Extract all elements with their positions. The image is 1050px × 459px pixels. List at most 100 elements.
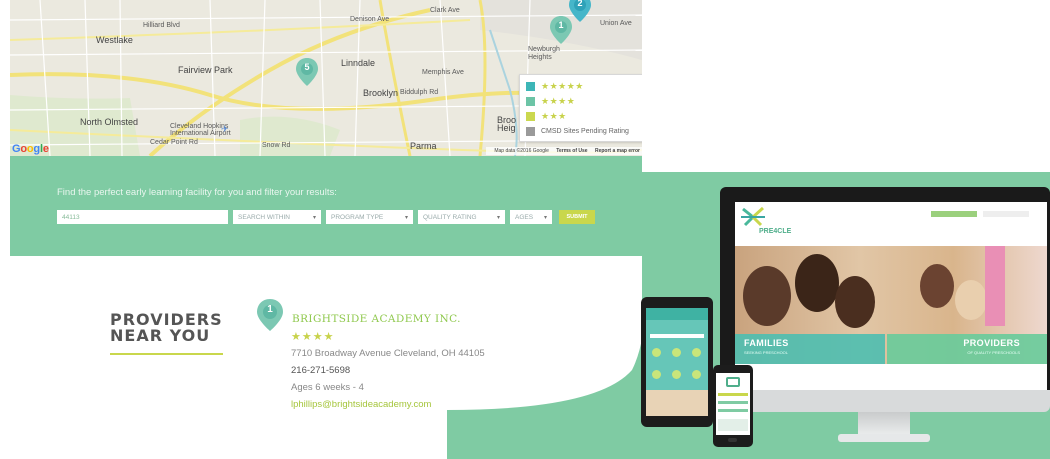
- search-within-select[interactable]: SEARCH WITHIN ▾: [233, 210, 321, 224]
- legend-pending-label: CMSD Sites Pending Rating: [541, 128, 629, 135]
- tablet-dot: [652, 348, 661, 357]
- phone-bar: [718, 409, 748, 412]
- heading-underline: [110, 353, 223, 355]
- pre4cle-logo: PRE4CLE: [759, 228, 792, 235]
- families-sub-label: SEEKING PRESCHOOL: [744, 350, 789, 355]
- tablet-screen: [646, 308, 708, 416]
- pre4cle-logo-icon: [741, 206, 765, 227]
- map-pin-5[interactable]: 5: [296, 58, 318, 86]
- map-label-snow-rd: Snow Rd: [262, 142, 291, 149]
- chevron-down-icon: ▾: [496, 214, 500, 221]
- map-label-linndale: Linndale: [341, 58, 376, 68]
- submit-button[interactable]: SUBMIT: [559, 210, 595, 224]
- map-pin-2[interactable]: 2: [569, 0, 591, 22]
- search-title: Find the perfect early learning facility…: [57, 187, 337, 198]
- monitor-stand: [858, 412, 910, 436]
- legend-row-pending: CMSD Sites Pending Rating: [526, 124, 641, 139]
- phone-home-button: [728, 438, 737, 442]
- airport-icon: ✈: [221, 124, 229, 134]
- terms-of-use-link[interactable]: Terms of Use: [556, 148, 587, 154]
- chevron-down-icon: ▾: [404, 214, 408, 221]
- map-label-biddulph-rd: Biddulph Rd: [400, 89, 439, 96]
- promo-background-curve: [447, 250, 647, 415]
- map-label-cedar-point-rd: Cedar Point Rd: [150, 139, 198, 146]
- provider-phone[interactable]: 216-271-5698: [291, 365, 350, 376]
- monitor-base: [838, 434, 930, 442]
- hero-toy: [985, 246, 1005, 326]
- tablet-photo: [646, 390, 708, 416]
- legend-row-five-stars: ★★★★★: [526, 79, 641, 94]
- legend-stars: ★★★★★: [541, 81, 584, 91]
- map-pin-number: 2: [577, 0, 583, 8]
- legend-swatch: [526, 112, 535, 121]
- provider-email-link[interactable]: lphillips@brightsideacademy.com: [291, 399, 431, 410]
- legend-stars: ★★★: [541, 111, 567, 121]
- tablet-dot: [692, 370, 701, 379]
- monitor-chin: [720, 390, 1050, 412]
- report-map-error-link[interactable]: Report a map error: [595, 148, 640, 154]
- program-type-select[interactable]: PROGRAM TYPE ▾: [326, 210, 413, 224]
- site-nav-button: [931, 211, 977, 217]
- legend-swatch: [526, 82, 535, 91]
- zip-code-value: 44113: [62, 213, 80, 221]
- providers-heading: PROVIDERS NEAR YOU: [110, 312, 223, 344]
- quality-rating-label: QUALITY RATING: [423, 213, 477, 221]
- tablet-bar: [650, 334, 704, 338]
- map-label-union-ave: Union Ave: [600, 20, 632, 27]
- providers-label: PROVIDERS: [963, 338, 1020, 348]
- phone-screen: [716, 373, 750, 435]
- phone-bar: [718, 393, 748, 396]
- hero-person: [955, 280, 987, 320]
- provider-pin[interactable]: 1: [257, 299, 283, 331]
- chevron-down-icon: ▾: [543, 214, 547, 221]
- tablet-dot: [672, 348, 681, 357]
- provider-rating-stars: ★★★★: [291, 331, 335, 343]
- chevron-down-icon: ▾: [312, 214, 316, 221]
- provider-pin-number: 1: [267, 304, 273, 315]
- phone-logo-icon: [726, 377, 740, 387]
- map-label-newburgh-heights: Newburgh Heights: [528, 46, 560, 61]
- search-panel: Find the perfect early learning facility…: [10, 156, 642, 256]
- map-label-airport: Cleveland Hopkins International Airport: [170, 123, 231, 137]
- hero-person: [835, 276, 875, 328]
- legend-stars: ★★★★: [541, 96, 576, 106]
- legend-row-three-stars: ★★★: [526, 109, 641, 124]
- map-label-heig: Heig: [497, 123, 516, 133]
- hero-person: [795, 254, 839, 312]
- tablet-dot: [652, 370, 661, 379]
- map-label-brooklyn: Brooklyn: [363, 88, 399, 98]
- map-label-clark-ave: Clark Ave: [430, 7, 460, 14]
- legend-row-four-stars: ★★★★: [526, 94, 641, 109]
- hero-person: [743, 266, 791, 326]
- map-footer: Map data ©2016 Google Terms of Use Repor…: [486, 147, 642, 155]
- providers-sub-label: OF QUALITY PRESCHOOLS: [967, 350, 1020, 355]
- providers-heading-line2: NEAR YOU: [110, 326, 211, 345]
- map-pin-number: 5: [304, 62, 310, 72]
- map-label-parma: Parma: [410, 141, 437, 151]
- families-label: FAMILIES: [744, 338, 789, 348]
- hero-person: [920, 264, 954, 308]
- tablet-header: [646, 308, 708, 320]
- google-logo[interactable]: Google: [12, 143, 49, 155]
- map-label-westlake: Westlake: [96, 35, 133, 45]
- zip-code-input[interactable]: 44113: [57, 210, 228, 224]
- phone-card: [718, 419, 748, 431]
- map-label-denison-ave: Denison Ave: [350, 16, 390, 23]
- tablet-dot: [692, 348, 701, 357]
- legend-swatch: [526, 97, 535, 106]
- provider-address: 7710 Broadway Avenue Cleveland, OH 44105: [291, 348, 485, 359]
- ages-select[interactable]: AGES ▾: [510, 210, 552, 224]
- map-label-north-olmsted: North Olmsted: [80, 117, 139, 127]
- provider-ages: Ages 6 weeks - 4: [291, 382, 364, 393]
- map-data-attribution: Map data ©2016 Google: [494, 148, 549, 154]
- map[interactable]: Westlake Fairview Park Linndale Brooklyn…: [10, 0, 642, 156]
- provider-name-link[interactable]: BRIGHTSIDE ACADEMY INC.: [292, 313, 461, 325]
- quality-rating-select[interactable]: QUALITY RATING ▾: [418, 210, 505, 224]
- phone-bar: [718, 401, 748, 404]
- map-label-memphis-ave: Memphis Ave: [422, 69, 464, 76]
- desktop-screen: PRE4CLE FAMILIES SEEKING PRESCHOOL PROVI…: [735, 202, 1047, 392]
- legend-swatch: [526, 127, 535, 136]
- map-label-hilliard-blvd: Hilliard Blvd: [143, 22, 180, 29]
- program-type-label: PROGRAM TYPE: [331, 213, 384, 221]
- tablet-dot: [672, 370, 681, 379]
